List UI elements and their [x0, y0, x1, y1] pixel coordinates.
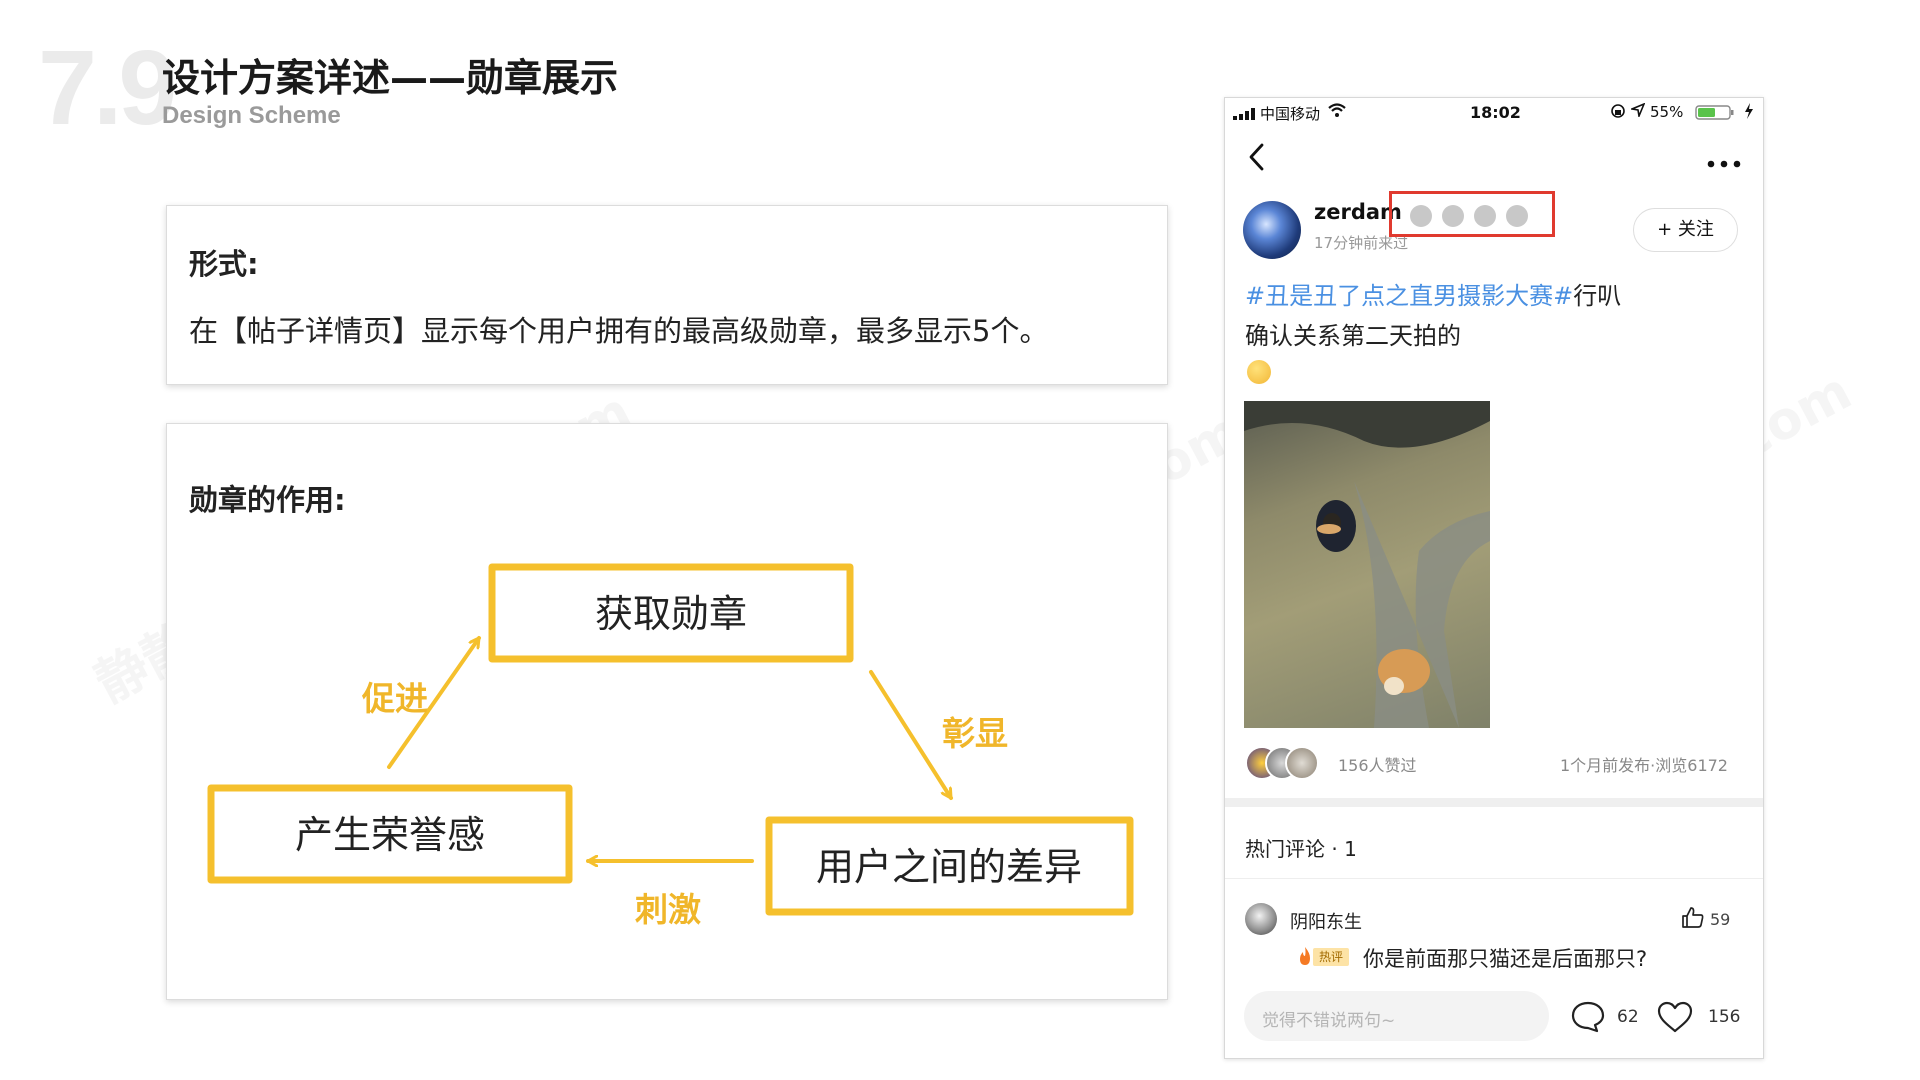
comment-icon[interactable]	[1570, 1000, 1606, 1038]
form-heading: 形式:	[189, 247, 259, 281]
comment-input-placeholder: 觉得不错说两句~	[1262, 1011, 1396, 1031]
hot-comments-heading: 热门评论 · 1	[1245, 837, 1357, 861]
sun-emoji-icon	[1247, 360, 1271, 384]
medal-badge	[1410, 205, 1432, 227]
edge-label-stimulate: 刺激	[635, 890, 701, 929]
battery-icon	[1695, 105, 1737, 125]
fire-icon	[1297, 946, 1313, 970]
likes-count[interactable]: 156人赞过	[1338, 752, 1417, 776]
comment-text: 你是前面那只猫还是后面那只?	[1363, 947, 1648, 971]
node-right-label: 用户之间的差异	[816, 845, 1082, 889]
node-top-label: 获取勋章	[595, 592, 747, 636]
medal-badge	[1442, 205, 1464, 227]
carrier: 中国移动	[1260, 105, 1321, 123]
comment-input[interactable]: 觉得不错说两句~	[1244, 991, 1549, 1041]
comment-count: 62	[1617, 1007, 1639, 1027]
medal-badge	[1474, 205, 1496, 227]
divider	[1225, 878, 1763, 879]
medal-badge	[1506, 205, 1528, 227]
role-diagram: 获取勋章 产生荣誉感 用户之间的差异 促进 彰显 刺激	[207, 563, 1134, 929]
comment-likes: 59	[1710, 910, 1731, 929]
thumbs-up-icon[interactable]	[1681, 906, 1705, 932]
charging-icon	[1744, 103, 1754, 123]
form-text: 在【帖子详情页】显示每个用户拥有的最高级勋章，最多显示5个。	[189, 314, 1049, 348]
author-avatar[interactable]	[1243, 201, 1301, 259]
status-bar: 中国移动 18:02 55%	[1225, 98, 1763, 128]
signal-icon	[1233, 106, 1259, 124]
phone-screen: 中国移动 18:02 55% zerdam 17分钟前来过 + 关注 #丑是丑了…	[1224, 97, 1764, 1059]
back-icon[interactable]	[1247, 142, 1265, 176]
battery-level: 55%	[1650, 103, 1684, 121]
like-count: 156	[1708, 1007, 1741, 1027]
section-number: 7.9	[38, 29, 177, 147]
edge-label-highlight: 彰显	[942, 714, 1008, 753]
heart-icon[interactable]	[1656, 1000, 1694, 1038]
photo-scene	[1244, 401, 1490, 728]
section-divider	[1225, 798, 1763, 807]
more-options-icon[interactable]	[1707, 153, 1741, 172]
node-left-label: 产生荣誉感	[295, 813, 485, 857]
liker-avatar	[1285, 746, 1319, 780]
rotation-lock-icon	[1610, 103, 1626, 123]
post-hashtag[interactable]: #丑是丑了点之直男摄影大赛#	[1245, 282, 1573, 310]
post-text-line1: #丑是丑了点之直男摄影大赛#行叭	[1245, 276, 1621, 311]
post-meta: 1个月前发布·浏览6172	[1560, 756, 1728, 775]
follow-button[interactable]: + 关注	[1633, 208, 1738, 252]
page-subtitle: Design Scheme	[162, 102, 341, 129]
edge-label-promote: 促进	[361, 679, 428, 718]
role-card: 勋章的作用: 获取勋章 产生荣誉感 用户之间的差异 促进 彰显 刺激	[166, 423, 1168, 1000]
form-card: 形式: 在【帖子详情页】显示每个用户拥有的最高级勋章，最多显示5个。	[166, 205, 1168, 385]
wifi-icon	[1327, 102, 1347, 122]
arrow-highlight	[869, 670, 953, 800]
post-text: 行叭	[1573, 282, 1622, 310]
location-icon	[1629, 102, 1646, 121]
post-text-line2: 确认关系第二天拍的	[1245, 322, 1461, 350]
hot-comment-badge: 热评	[1313, 948, 1349, 966]
post-photo[interactable]	[1244, 401, 1490, 728]
commenter-avatar[interactable]	[1245, 903, 1277, 935]
clock: 18:02	[1470, 103, 1521, 122]
commenter-name[interactable]: 阴阳东生	[1290, 908, 1362, 934]
page-title: 设计方案详述——勋章展示	[162, 56, 619, 100]
